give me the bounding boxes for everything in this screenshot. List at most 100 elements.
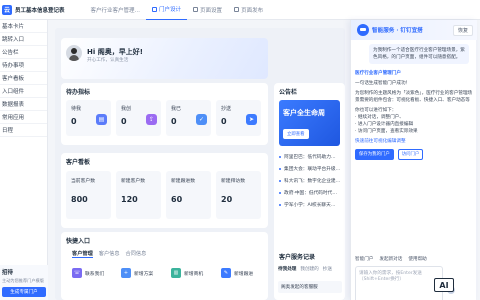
answer-title: 医疗行业客户管理门户 [355,71,401,76]
todo-value: 0 [71,117,77,126]
todo-label: 待我 [71,106,82,112]
tab-cc[interactable]: 抄送 [323,266,332,272]
answer-line: · 继续对话，调整门户、 [355,115,404,120]
bullet-icon [279,180,281,182]
app-logo: 云 [2,4,12,15]
todo-label: 抄送 [221,106,232,112]
tab-breadcrumb[interactable]: 客户行业客户管理… [85,0,147,20]
template-recommend-title: 招待 [2,270,14,276]
quick-item-label: 新增跟进 [234,271,254,277]
tab-portal-design[interactable]: 门户设计 [146,0,188,20]
visit-portal-button[interactable]: 访问门户 [397,149,424,160]
send-icon: ➤ [246,114,257,125]
notice-item[interactable]: 阿里巴巴：低代码助力… [279,151,342,163]
view-now-button[interactable]: 立即查看 [283,129,309,139]
todo-item[interactable]: 我创 0 ⇪ [116,100,161,136]
notice-card[interactable]: 公告栏 客户全生命周 立即查看 阿里巴巴：低代码助力… 集团大会：联动平台升级…… [274,83,345,265]
todo-item[interactable]: 抄送 0 ➤ [216,100,261,136]
restore-button[interactable]: 恢复 [452,24,473,36]
notice-item-text: 阿里巴巴：低代码助力… [284,155,336,160]
assistant-input[interactable]: 请输入你的需求，按Enter发送（Shift+Enter换行） [355,266,443,300]
sidebar-item[interactable]: 常用应用 [0,111,47,124]
notice-banner[interactable]: 客户全生命周 立即查看 [279,100,340,146]
sidebar-item[interactable]: 待办事项 [0,59,47,72]
kanban-value: 20 [221,195,233,204]
bullet-icon [279,156,281,158]
welcome-card[interactable]: Hi 阁奥，早上好! 开心工作，认真生活 [61,38,268,79]
sidebar-item[interactable]: 客户看板 [0,72,47,85]
sidebar-item[interactable]: 跳转入口 [0,33,47,46]
notice-title: 公告栏 [279,89,298,96]
quick-item-contact[interactable]: ☏ 联系我们 [72,268,104,278]
kanban-title: 客户看板 [66,159,91,166]
generate-portal-button[interactable]: 生成专属门户 [2,287,46,297]
sidebar-item[interactable]: 日程 [0,124,47,137]
help-button[interactable]: 使用帮助 [408,256,426,262]
notice-item-text: 科大讯飞：数字化企业建… [284,179,341,184]
kanban-label: 新建跟进数 [171,179,195,184]
notice-banner-text: 客户全生命周 [283,109,325,117]
template-recommend-desc: 主动为您推荐门户模版 [2,278,44,283]
bullet-icon [279,204,281,206]
tab-customer-management[interactable]: 客户管理 [72,250,93,258]
tab-page-publish-label: 页面发布 [241,7,264,14]
kanban-value: 60 [171,195,183,204]
answer-line: 你也可以进行如下： [355,108,397,113]
sidebar-item[interactable]: 数据报表 [0,98,47,111]
welcome-title: Hi 阁奥，早上好! [87,48,143,56]
kanban-item[interactable]: 新建跟进数 60 [166,171,211,219]
todo-item[interactable]: 我已 0 ✓ [166,100,211,136]
design-icon [152,6,158,12]
kanban-item[interactable]: 新建拜访数 20 [216,171,261,219]
kanban-label: 当前客户数 [71,179,95,184]
service-record-card[interactable]: 客户服务记录 待我处理 我创建的 抄送 阁奥发起的客服服 [274,248,345,300]
notice-item-text: 集团大会：联动平台升级… [284,167,341,172]
kanban-item[interactable]: 当前客户数 800 [66,171,111,219]
assistant-name: 智能服务 · 钉钉宜搭 [372,28,423,34]
customer-kanban-card[interactable]: 客户看板 当前客户数 800 新建客户数 120 新建跟进数 60 新建拜访数 … [61,153,268,228]
plus-icon: + [121,268,131,278]
quick-item-label: 联系我们 [85,271,105,277]
tab-pending[interactable]: 待我处理 [278,266,296,272]
todo-card[interactable]: 待办指标 待我 0 ▤ 我创 0 ⇪ 我已 0 ✓ 抄送 0 ➤ [61,83,268,145]
notice-item[interactable]: 集团大会：联动平台升级… [279,163,342,175]
quick-item-label: 新增方案 [134,271,154,277]
tab-page-publish[interactable]: 页面发布 [228,0,269,20]
ai-assistant-panel: 智能服务 · 钉钉宜搭 恢复 为我制作一个适合医疗行业客户管理场景，紫色风格，的… [350,20,477,300]
service-row-text: 阁奥发起的客服服 [281,285,318,290]
welcome-subtitle: 开心工作，认真生活 [87,58,129,63]
ai-badge[interactable]: AI [434,278,454,292]
assistant-toolbar: 智能门户 发起新对话 使用帮助 [355,256,473,262]
service-title: 客户服务记录 [279,254,316,261]
component-sidebar: 基本卡片 跳转入口 公告栏 待办事项 客户看板 入口组件 数据报表 常用应用 日… [0,20,48,300]
tab-created[interactable]: 我创建的 [300,266,318,272]
quick-item-new-plan[interactable]: + 新增方案 [121,268,153,278]
notice-item[interactable]: 科大讯飞：数字化企业建… [279,175,342,187]
notice-item[interactable]: 政府·中国：低代码时代… [279,187,342,199]
sidebar-item[interactable]: 公告栏 [0,46,47,59]
sidebar-item[interactable]: 基本卡片 [0,20,47,33]
new-chat-button[interactable]: 发起新对话 [379,256,402,262]
kanban-item[interactable]: 新建客户数 120 [116,171,161,219]
upload-icon: ⇪ [146,114,157,125]
quick-entry-card[interactable]: 快捷入口 客户管理 客户信息 合同信息 ☏ 联系我们 + 新增方案 ▥ 新增商机 ✎ 新… [61,232,268,300]
quick-item-new-opportunity[interactable]: ▥ 新增商机 [171,268,203,278]
answer-line: 一句话生成智能门户成功！ [355,81,411,86]
notice-item-text: 政府·中国：低代码时代… [284,191,338,196]
notice-item[interactable]: 学军小学：AI校长聊天… [279,199,342,211]
quick-item-new-followup[interactable]: ✎ 新增跟进 [221,268,253,278]
todo-item[interactable]: 待我 0 ▤ [66,100,111,136]
tab-customer-info[interactable]: 客户信息 [99,250,120,258]
sidebar-item[interactable]: 入口组件 [0,85,47,98]
quick-title: 快捷入口 [66,238,91,245]
tab-contract-info[interactable]: 合同信息 [126,250,147,258]
todo-value: 0 [121,117,127,126]
top-bar: 云 员工基本信息登记表 客户行业客户管理… 门户设计 页面设置 页面发布 [0,0,480,20]
service-row[interactable]: 阁奥发起的客服服 [278,281,342,293]
tab-page-settings[interactable]: 页面设置 [187,0,228,20]
edit-visual-link[interactable]: 快速前往可视化编辑调整 [355,138,473,145]
user-message: 为我制作一个适合医疗行业客户管理场景，紫色风格，的门户页面，组件可以随意搭配。 [369,44,469,64]
save-portal-button[interactable]: 保存为我的门户 [355,149,394,160]
notice-item-text: 学军小学：AI校长聊天… [284,203,336,208]
smart-portal-button[interactable]: 智能门户 [355,256,373,262]
